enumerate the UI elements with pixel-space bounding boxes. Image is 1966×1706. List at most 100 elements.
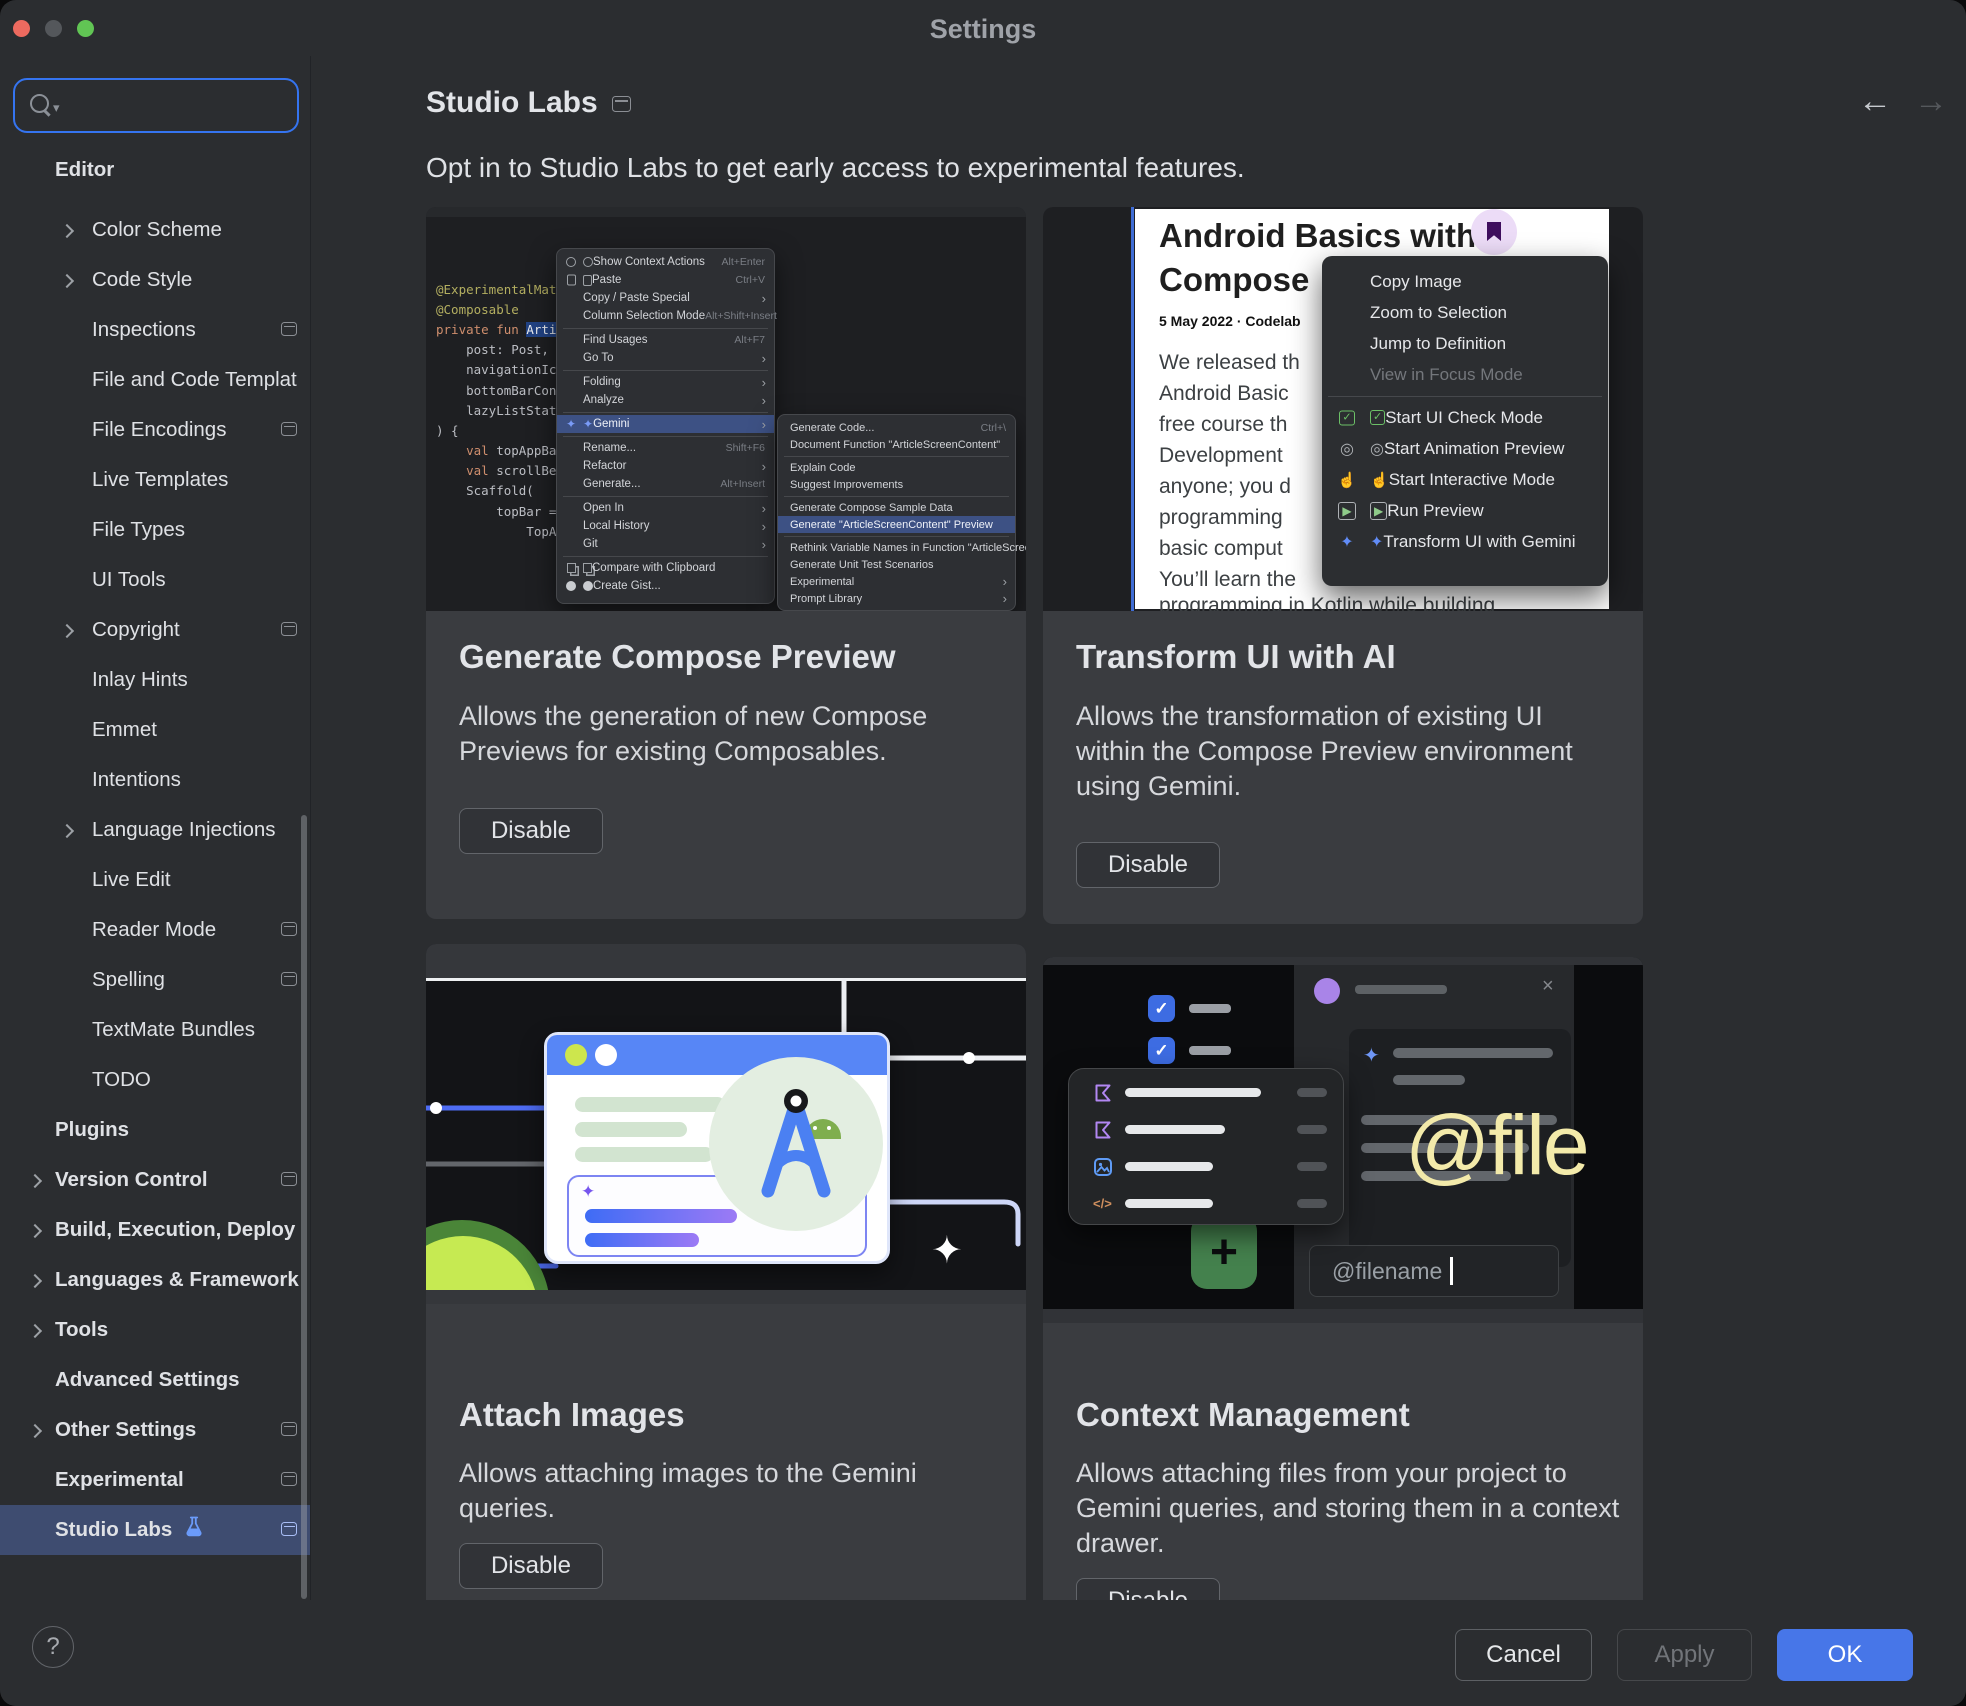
submenu-arrow-icon: › [1003, 591, 1007, 606]
sync-settings-icon [281, 922, 297, 936]
context-menu-item: Compare with Clipboard › [557, 559, 774, 577]
sidebar-item[interactable]: Experimental [0, 1455, 310, 1505]
sync-settings-icon [281, 622, 297, 636]
sidebar-item[interactable]: Inlay Hints [0, 655, 310, 705]
menu-item-icon [564, 417, 578, 431]
submenu-item: Explain Code › [778, 459, 1015, 476]
context-menu-item: Open In › [557, 499, 774, 517]
sparkle-icon: ✦ [931, 1228, 963, 1273]
menu-item-icon [564, 275, 578, 286]
menu-item-icon [564, 563, 578, 573]
sidebar-item[interactable]: File and Code Templat [0, 355, 310, 405]
window-title: Settings [0, 14, 1966, 45]
submenu-item: Suggest Improvements › [778, 476, 1015, 493]
menu-item-icon [1336, 502, 1358, 520]
context-menu-item: Show Context Actions Alt+Enter › [557, 253, 774, 271]
text-placeholder-bar [575, 1122, 687, 1137]
browser-dot [565, 1044, 587, 1066]
nav-back-icon[interactable]: ← [1858, 84, 1892, 118]
sidebar-item-label: Live Edit [92, 868, 171, 892]
sidebar-item[interactable]: Languages & Framework [0, 1255, 310, 1305]
text-cursor [1450, 1257, 1453, 1285]
context-menu-item: Refactor › [557, 457, 774, 475]
sidebar-item[interactable]: TODO [0, 1055, 310, 1105]
context-menu-item: Copy / Paste Special › [557, 289, 774, 307]
sidebar-item-label: Emmet [92, 718, 157, 742]
sidebar-item[interactable]: Live Templates [0, 455, 310, 505]
sidebar-item[interactable]: Version Control [0, 1155, 310, 1205]
page-title: Studio Labs [426, 86, 598, 120]
sidebar-item[interactable]: Copyright [0, 605, 310, 655]
sidebar-item[interactable]: Live Edit [0, 855, 310, 905]
card-context-management: ✓ ✓ + </> [1043, 957, 1643, 1657]
file-tag-text: @file [1405, 1097, 1588, 1194]
ok-button[interactable]: OK [1777, 1629, 1913, 1681]
illustration-strip [1043, 957, 1643, 965]
sidebar-item[interactable]: Code Style [0, 255, 310, 305]
submenu-arrow-icon: › [762, 537, 766, 552]
preview-menu-item: Run Preview [1322, 495, 1608, 526]
submenu-item: Rethink Variable Names in Function "Arti… [778, 539, 1015, 556]
text-placeholder-bar [575, 1097, 725, 1112]
disable-button[interactable]: Disable [459, 808, 603, 854]
context-menu-item: Folding › [557, 373, 774, 391]
text-placeholder-bar [1189, 1046, 1231, 1055]
sidebar-item[interactable]: Inspections [0, 305, 310, 355]
submenu-arrow-icon: › [762, 417, 766, 432]
filename-bar [1125, 1125, 1225, 1134]
sidebar-item[interactable]: Reader Mode [0, 905, 310, 955]
sidebar-divider [310, 56, 311, 1600]
sidebar-item[interactable]: Language Injections [0, 805, 310, 855]
file-meta-pill [1297, 1162, 1327, 1171]
filename-bar [1125, 1162, 1213, 1171]
flask-icon [184, 1516, 204, 1544]
sidebar-item-label: File Types [92, 518, 185, 542]
add-context-button-illustration: + [1191, 1215, 1257, 1289]
help-button[interactable]: ? [32, 1626, 74, 1668]
preview-border [1131, 207, 1134, 611]
card-title: Generate Compose Preview [459, 638, 896, 676]
apply-button[interactable]: Apply [1617, 1629, 1752, 1681]
context-menu-item: Generate... Alt+Insert › [557, 475, 774, 493]
sidebar-item-label: Language Injections [92, 818, 276, 842]
file-type-icon: </> [1093, 1157, 1113, 1177]
sidebar-item-label: Version Control [55, 1168, 208, 1192]
article-title: Compose [1159, 261, 1309, 299]
sidebar-item[interactable]: Emmet [0, 705, 310, 755]
card-attach-images: ✦ ✦ Attach Images Allows attaching image [426, 944, 1026, 1644]
filename-bar [1125, 1199, 1213, 1208]
preview-menu-item: Start Animation Preview [1322, 433, 1608, 464]
sidebar-item-label: UI Tools [92, 568, 166, 592]
sidebar-item[interactable]: Color Scheme [0, 205, 310, 255]
sidebar-item[interactable]: UI Tools [0, 555, 310, 605]
sidebar-item[interactable]: File Encodings [0, 405, 310, 455]
sidebar-item[interactable]: File Types [0, 505, 310, 555]
sidebar-item[interactable]: Other Settings [0, 1405, 310, 1455]
filename-bar [1125, 1088, 1261, 1097]
sidebar-item[interactable]: Advanced Settings [0, 1355, 310, 1405]
sidebar-scrollbar[interactable] [301, 815, 307, 1599]
file-meta-pill [1297, 1125, 1327, 1134]
sidebar-item[interactable]: Tools [0, 1305, 310, 1355]
article-body: We released thAndroid Basicfree course t… [1159, 347, 1300, 595]
cancel-button[interactable]: Cancel [1455, 1629, 1592, 1681]
sidebar-item[interactable]: TextMate Bundles [0, 1005, 310, 1055]
disable-button[interactable]: Disable [1076, 842, 1220, 888]
checkbox-icon: ✓ [1148, 1037, 1175, 1064]
file-row: </> [1069, 1083, 1343, 1103]
card-title: Attach Images [459, 1396, 685, 1434]
attach-images-illustration: ✦ ✦ [426, 944, 1026, 1304]
sidebar-item[interactable]: Plugins [0, 1105, 310, 1155]
nav-forward-icon[interactable]: → [1914, 84, 1948, 118]
bookmark-badge [1471, 209, 1517, 255]
sidebar-item[interactable]: Spelling [0, 955, 310, 1005]
sidebar-item[interactable]: Studio Labs [0, 1505, 310, 1555]
editor-context-menu: Show Context Actions Alt+Enter › Paste C… [556, 248, 775, 604]
sidebar-item[interactable]: Intentions [0, 755, 310, 805]
disable-button[interactable]: Disable [459, 1543, 603, 1589]
sidebar-item[interactable]: Editor [0, 145, 310, 195]
submenu-arrow-icon: › [762, 351, 766, 366]
sidebar-item-label: Plugins [55, 1118, 129, 1142]
sidebar-item[interactable]: Build, Execution, Deploy [0, 1205, 310, 1255]
preview-menu-item [1322, 390, 1608, 402]
